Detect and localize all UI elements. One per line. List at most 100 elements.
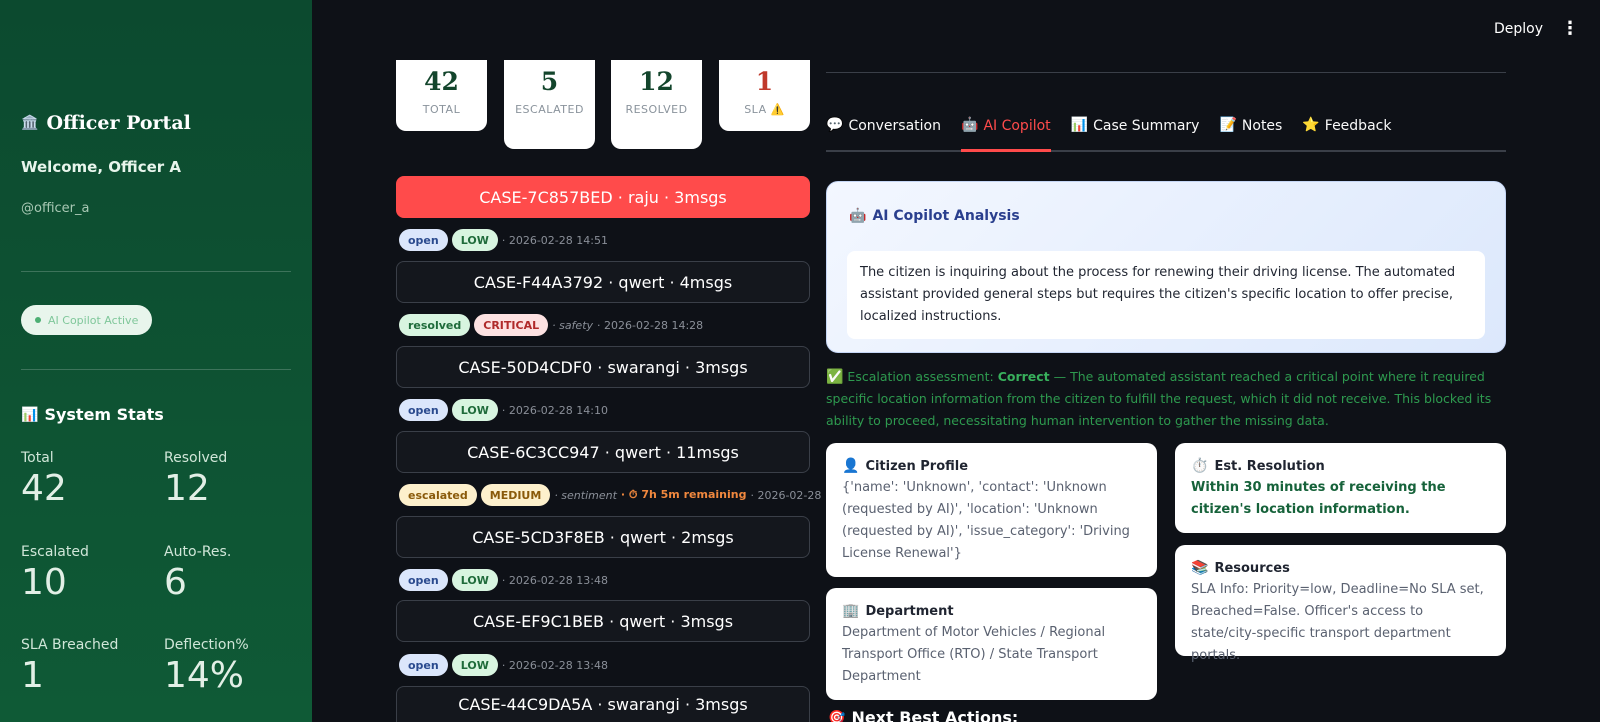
tab-label: Feedback — [1324, 118, 1392, 134]
stat-total: Total 42 — [21, 450, 151, 509]
tab-conversation[interactable]: 💬 Conversation — [826, 112, 941, 152]
star-icon: ⭐ — [1302, 117, 1320, 133]
priority-badge: MEDIUM — [480, 484, 551, 506]
metric-label: RESOLVED — [625, 102, 688, 116]
metric-label: TOTAL — [422, 102, 461, 116]
robot-icon: 🤖 — [849, 208, 867, 224]
system-stats-title-text: System Stats — [44, 405, 164, 424]
memo-icon: 📝 — [1219, 117, 1237, 133]
more-menu-icon[interactable]: ⋮ — [1561, 20, 1579, 38]
escalation-prefix: Escalation assessment: — [847, 369, 994, 384]
citizen-profile-card: 👤 Citizen Profile {'name': 'Unknown', 'c… — [826, 443, 1157, 577]
priority-badge: CRITICAL — [474, 314, 549, 336]
person-icon: 👤 — [842, 458, 860, 474]
robot-icon: 🤖 — [961, 117, 979, 133]
speech-bubble-icon: 💬 — [826, 117, 844, 133]
stat-value: 6 — [164, 562, 187, 603]
status-badge: open — [399, 654, 448, 676]
case-button[interactable]: CASE-44C9DA5A · swarangi · 3msgs — [396, 686, 810, 722]
case-button[interactable]: CASE-F44A3792 · qwert · 4msgs — [396, 261, 810, 303]
status-badge: resolved — [399, 314, 471, 336]
next-best-actions-text: Next Best Actions: — [851, 708, 1019, 722]
case-timestamp: · 2026-02-28 14:10 — [501, 403, 608, 417]
card-title: 🏢 Department — [842, 600, 1141, 622]
resources-card: 📚 Resources SLA Info: Priority=low, Dead… — [1175, 545, 1506, 663]
analysis-summary: The citizen is inquiring about the proce… — [847, 251, 1485, 339]
case-category: · safety — [552, 318, 594, 332]
portal-title-text: Officer Portal — [46, 112, 191, 134]
tab-label: AI Copilot — [983, 118, 1051, 134]
case-timestamp: · 2026-02-28 14:51 — [501, 233, 608, 247]
case-button[interactable]: CASE-5CD3F8EB · qwert · 2msgs — [396, 516, 810, 558]
priority-badge: LOW — [451, 654, 498, 676]
metric-sla: 1 SLA ⚠️ — [719, 60, 810, 131]
portal-title: 🏛️ Officer Portal — [21, 112, 191, 134]
next-best-actions-heading: 🎯 Next Best Actions: — [828, 708, 1018, 722]
deploy-button[interactable]: Deploy — [1494, 21, 1543, 37]
stat-value: 12 — [164, 468, 210, 509]
metric-value: 42 — [424, 67, 459, 96]
metric-label: SLA ⚠️ — [744, 102, 785, 116]
card-title-text: Citizen Profile — [865, 458, 969, 474]
case-timestamp: · 2026-02-28 13:48 — [501, 658, 608, 672]
stat-label: Total — [21, 450, 54, 466]
metric-value: 5 — [540, 67, 559, 96]
target-icon: 🎯 — [828, 709, 846, 722]
stat-sla-breached: SLA Breached 1 — [21, 637, 151, 696]
case-meta: open LOW · 2026-02-28 13:48 — [399, 569, 608, 591]
case-meta: open LOW · 2026-02-28 14:10 — [399, 399, 608, 421]
system-stats-title: 📊 System Stats — [21, 405, 164, 424]
department-card: 🏢 Department Department of Motor Vehicle… — [826, 588, 1157, 700]
stat-value: 10 — [21, 562, 67, 603]
check-mark-icon: ✅ — [826, 369, 844, 385]
stat-label: Escalated — [21, 544, 89, 560]
analysis-title-text: AI Copilot Analysis — [872, 208, 1020, 224]
case-button[interactable]: CASE-EF9C1BEB · qwert · 3msgs — [396, 600, 810, 642]
tab-label: Case Summary — [1093, 118, 1200, 134]
ai-analysis-panel: 🤖 AI Copilot Analysis The citizen is inq… — [826, 181, 1506, 353]
case-meta: escalated MEDIUM · sentiment · ⏱ 7h 5m r… — [399, 484, 857, 506]
stat-label: Resolved — [164, 450, 228, 466]
tab-ai-copilot[interactable]: 🤖 AI Copilot — [961, 112, 1051, 152]
card-title: 📚 Resources — [1191, 557, 1490, 579]
metric-value: 12 — [639, 67, 674, 96]
status-badge: open — [399, 229, 448, 251]
tab-label: Conversation — [848, 118, 941, 134]
bar-chart-icon: 📊 — [21, 406, 39, 423]
welcome-text: Welcome, Officer A — [21, 158, 182, 176]
case-button[interactable]: CASE-7C857BED · raju · 3msgs — [396, 176, 810, 218]
priority-badge: LOW — [451, 399, 498, 421]
status-badge: open — [399, 569, 448, 591]
metric-value: 1 — [755, 67, 774, 96]
sidebar-divider — [21, 271, 291, 272]
sidebar-divider — [21, 369, 291, 370]
copilot-status-badge: AI Copilot Active — [21, 305, 153, 335]
priority-badge: LOW — [451, 229, 498, 251]
stat-label: Auto-Res. — [164, 544, 232, 560]
case-timestamp: · 2026-02-28 13:48 — [501, 573, 608, 587]
case-button[interactable]: CASE-6C3CC947 · qwert · 11msgs — [396, 431, 810, 473]
card-body: Within 30 minutes of receiving the citiz… — [1191, 480, 1446, 517]
bank-icon: 🏛️ — [21, 115, 39, 131]
card-title-text: Resources — [1214, 560, 1290, 576]
card-title: ⏱️ Est. Resolution — [1191, 455, 1490, 477]
status-badge: escalated — [399, 484, 477, 506]
status-dot-icon — [35, 317, 41, 323]
metric-label: ESCALATED — [515, 102, 584, 116]
tab-notes[interactable]: 📝 Notes — [1219, 112, 1282, 152]
case-meta: open LOW · 2026-02-28 14:51 — [399, 229, 608, 251]
tab-feedback[interactable]: ⭐ Feedback — [1302, 112, 1391, 152]
tab-case-summary[interactable]: 📊 Case Summary — [1071, 112, 1200, 152]
escalation-assessment: ✅ Escalation assessment: Correct — The a… — [826, 366, 1506, 432]
stat-label: SLA Breached — [21, 637, 119, 653]
card-title-text: Department — [865, 603, 954, 619]
priority-badge: LOW — [451, 569, 498, 591]
case-button[interactable]: CASE-50D4CDF0 · swarangi · 3msgs — [396, 346, 810, 388]
case-tabs: 💬 Conversation 🤖 AI Copilot 📊 Case Summa… — [826, 112, 1506, 152]
escalation-verdict: Correct — [997, 369, 1050, 384]
case-meta: open LOW · 2026-02-28 13:48 — [399, 654, 608, 676]
case-meta: resolved CRITICAL · safety · 2026-02-28 … — [399, 314, 703, 336]
section-divider — [826, 72, 1506, 73]
stat-deflection: Deflection% 14% — [164, 637, 294, 696]
copilot-status-text: AI Copilot Active — [48, 313, 139, 327]
